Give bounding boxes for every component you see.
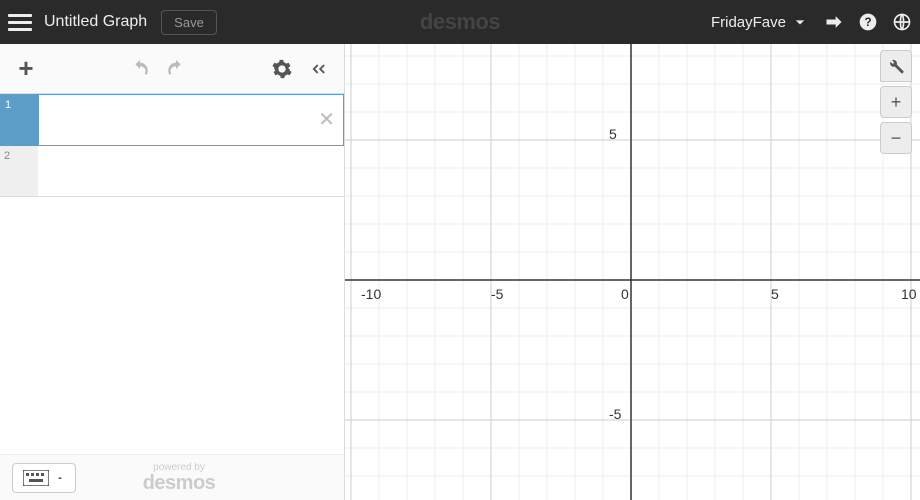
- user-menu[interactable]: FridayFave: [711, 12, 810, 32]
- chevron-double-left-icon: [307, 58, 329, 80]
- collapse-panel-button[interactable]: [304, 55, 332, 83]
- help-icon[interactable]: ?: [858, 12, 878, 32]
- zoom-out-button[interactable]: −: [880, 122, 912, 154]
- y-axis-tick: -5: [609, 406, 621, 422]
- expression-input[interactable]: [39, 95, 343, 145]
- graph-settings-button[interactable]: [880, 50, 912, 82]
- x-axis-tick: 0: [621, 286, 629, 302]
- username: FridayFave: [711, 14, 786, 31]
- menu-button[interactable]: [8, 10, 32, 34]
- wrench-icon: [887, 57, 905, 75]
- graph-canvas[interactable]: -10 -5 0 5 10 5 -5 + −: [345, 44, 920, 500]
- add-expression-button[interactable]: +: [12, 55, 40, 83]
- settings-button[interactable]: [268, 55, 296, 83]
- redo-icon: [165, 58, 187, 80]
- share-icon[interactable]: [824, 12, 844, 32]
- expression-number: 1: [1, 95, 39, 145]
- globe-icon[interactable]: [892, 12, 912, 32]
- x-axis-tick: -10: [361, 286, 381, 302]
- x-axis-tick: 10: [901, 286, 917, 302]
- graph-title[interactable]: Untitled Graph: [44, 13, 147, 31]
- gear-icon: [271, 58, 293, 80]
- svg-text:?: ?: [864, 16, 871, 29]
- zoom-in-button[interactable]: +: [880, 86, 912, 118]
- keyboard-button[interactable]: [12, 463, 76, 493]
- undo-button[interactable]: [126, 55, 154, 83]
- brand-logo: desmos: [420, 9, 500, 35]
- expression-panel: + 1✕2 powered by desmos: [0, 44, 345, 500]
- x-axis-tick: 5: [771, 286, 779, 302]
- close-icon[interactable]: ✕: [318, 107, 335, 132]
- powered-by-logo: powered by desmos: [143, 463, 216, 493]
- expression-input[interactable]: [38, 146, 344, 196]
- y-axis-tick: 5: [609, 126, 617, 142]
- save-button[interactable]: Save: [161, 10, 217, 35]
- redo-button[interactable]: [162, 55, 190, 83]
- expression-row[interactable]: 2: [0, 146, 344, 197]
- expression-number: 2: [0, 146, 38, 196]
- chevron-up-icon: [55, 473, 65, 483]
- keyboard-icon: [23, 470, 49, 486]
- undo-icon: [129, 58, 151, 80]
- chevron-down-icon: [790, 12, 810, 32]
- x-axis-tick: -5: [491, 286, 503, 302]
- expression-row[interactable]: 1✕: [0, 94, 344, 146]
